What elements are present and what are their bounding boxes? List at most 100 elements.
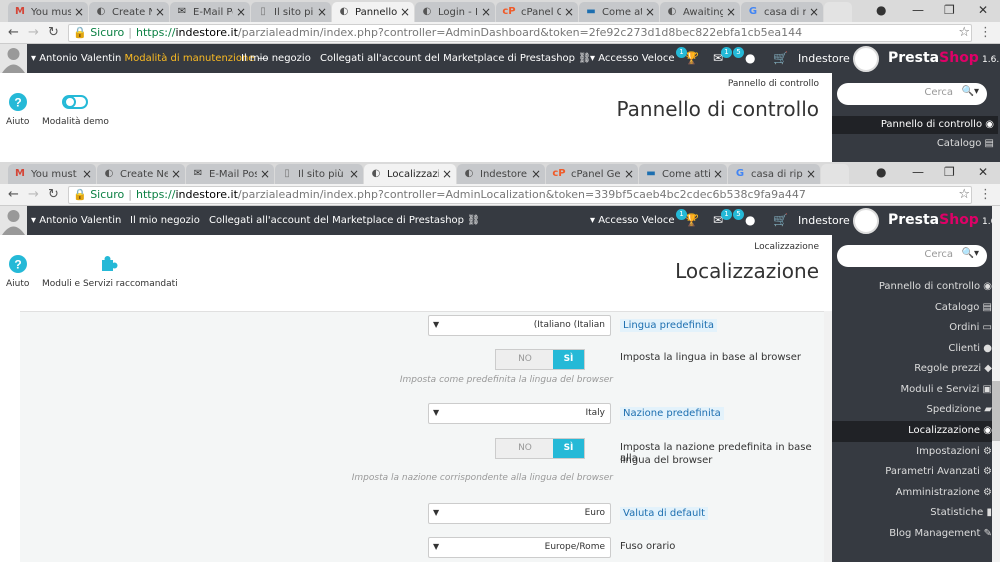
close-icon[interactable]: × [726,5,736,19]
close-icon[interactable]: × [74,5,84,19]
close-icon[interactable]: × [236,5,246,19]
breadcrumb[interactable]: Localizzazione [754,242,819,252]
close-icon[interactable]: × [809,5,819,19]
search-icon[interactable]: 🔍▾ [962,248,979,259]
sidebar-item-dashboard[interactable]: Pannello di controllo ◉ [832,116,998,134]
close-icon[interactable]: × [155,5,165,19]
browser-tab-active[interactable]: ◐Localizzazio× [364,164,456,184]
back-icon[interactable]: ← [8,25,19,41]
sidebar-item-settings[interactable]: Impostazioni ⚙ [916,446,998,457]
close-icon[interactable]: × [171,167,181,181]
browser-tab[interactable]: cPcPanel Gr× [496,2,578,22]
search-input[interactable]: Cerca 🔍▾ [837,83,987,105]
sidebar-item-localization[interactable]: Localizzazione ◉ [832,421,998,442]
sidebar-item-catalog[interactable]: Catalogo ▤ [935,302,998,313]
quick-access-menu[interactable]: ▾ Accesso Veloce [590,215,675,226]
reload-icon[interactable]: ↻ [48,187,59,203]
avatar[interactable] [0,44,27,73]
browser-tab[interactable]: ◐ Awaiting × [660,2,740,22]
trophy-icon[interactable]: 🏆 1 [676,209,699,227]
close-icon[interactable]: × [260,167,270,181]
my-shop-link[interactable]: Il mio negozio [130,215,200,226]
sidebar-item-advanced-parameters[interactable]: Parametri Avanzati ⚙ [885,466,998,477]
browser-tab[interactable]: ▬Come atti× [579,2,659,22]
back-icon[interactable]: ← [8,187,19,203]
close-window-icon[interactable]: ✕ [978,165,988,179]
bookmark-star-icon[interactable]: ☆ [958,187,970,202]
sidebar-item-administration[interactable]: Amministrazione ⚙ [896,487,998,498]
browser-tab[interactable]: ◐ Indestore × [457,164,545,184]
user-menu[interactable]: ▾ Antonio Valentin [31,215,121,226]
content-scrollbar[interactable] [824,311,832,562]
forward-icon[interactable]: → [28,25,39,41]
help-button[interactable]: ? Aiuto [6,255,29,289]
bookmark-star-icon[interactable]: ☆ [958,25,970,40]
close-icon[interactable]: × [713,167,723,181]
url-field[interactable]: 🔒 Sicuro | https://indestore.it/parzialead… [68,186,972,204]
restore-icon[interactable]: ❐ [944,3,955,17]
browser-tab[interactable]: ▬Come attiv× [639,164,727,184]
close-icon[interactable]: × [400,5,410,19]
close-icon[interactable]: × [624,167,634,181]
minimize-icon[interactable]: — [912,3,924,17]
user-icon[interactable]: ● 5 [733,47,755,65]
reload-icon[interactable]: ↻ [48,25,59,41]
browser-tab-active[interactable]: ◐ Pannello × [332,2,414,22]
sidebar-item-catalog[interactable]: Catalogo ▤ [937,138,998,149]
close-icon[interactable]: × [564,5,574,19]
browser-tab[interactable]: ▯Il sito più× [251,2,331,22]
restore-icon[interactable]: ❐ [944,165,955,179]
new-tab-button[interactable] [821,164,849,184]
user-icon[interactable]: ● 5 [733,209,755,227]
avatar[interactable] [0,206,27,235]
url-field[interactable]: 🔒 Sicuro | https://indestore.it/parzialead… [68,24,972,42]
close-icon[interactable]: × [645,5,655,19]
page-scrollbar[interactable] [992,206,1000,562]
new-tab-button[interactable] [824,2,852,22]
sidebar-item-customers[interactable]: Clienti ● [948,343,998,354]
my-shop-link[interactable]: Il mio negozio [241,53,311,64]
sidebar-item-price-rules[interactable]: Regole prezzi ◆ [914,363,998,374]
default-language-select[interactable]: ▼ (Italiano (Italian [428,315,611,336]
browser-tab[interactable]: Gcasa di n × [741,2,823,22]
shop-name[interactable]: Indestore [798,52,850,65]
close-icon[interactable]: × [442,167,452,181]
default-country-select[interactable]: ▼ Italy [428,403,611,424]
quick-access-menu[interactable]: ▾ Accesso Veloce [590,53,675,64]
browser-country-toggle[interactable]: NO SÌ [495,438,585,459]
shop-name[interactable]: Indestore [798,214,850,227]
sidebar-item-statistics[interactable]: Statistiche ▮ [930,507,998,518]
default-currency-select[interactable]: ▼ Euro [428,503,611,524]
browser-tab[interactable]: ◐Create New× [97,164,185,184]
close-window-icon[interactable]: ✕ [978,3,988,17]
browser-tab[interactable]: MYou must× [8,2,88,22]
browser-tab[interactable]: cPcPanel Gest× [546,164,638,184]
scrollbar-thumb[interactable] [992,381,1000,441]
browser-language-toggle[interactable]: NO SÌ [495,349,585,370]
browser-tab[interactable]: ✉E-Mail Post× [186,164,274,184]
search-icon[interactable]: 🔍▾ [962,86,979,97]
sidebar-item-shipping[interactable]: Spedizione ▰ [927,404,999,415]
menu-kebab-icon[interactable]: ⋮ [979,187,992,202]
trophy-icon[interactable]: 🏆 1 [676,47,699,65]
cart-icon[interactable]: 🛒 [773,51,788,65]
browser-tab[interactable]: ◐Login - In× [415,2,495,22]
demo-mode-button[interactable]: Modalità demo [42,93,109,127]
close-icon[interactable]: × [317,5,327,19]
timezone-select[interactable]: ▼ Europe/Rome [428,537,611,558]
user-menu[interactable]: ▾ Antonio Valentin Modalità di manutenzi… [31,53,268,64]
menu-kebab-icon[interactable]: ⋮ [979,25,992,40]
sidebar-item-blog[interactable]: Blog Management ✎ [889,528,998,539]
profile-icon[interactable]: ● [876,3,886,17]
cart-icon[interactable]: 🛒 [773,213,788,227]
close-icon[interactable]: × [82,167,92,181]
browser-tab[interactable]: MYou must v× [8,164,96,184]
marketplace-link[interactable]: Collegati all'account del Marketplace di… [209,215,480,226]
browser-tab[interactable]: ✉E-Mail Po× [170,2,250,22]
profile-icon[interactable]: ● [876,165,886,179]
sidebar-item-modules[interactable]: Moduli e Servizi ▣ [901,384,998,395]
marketplace-link[interactable]: Collegati all'account del Marketplace di… [320,53,591,64]
close-icon[interactable]: × [349,167,359,181]
close-icon[interactable]: × [806,167,816,181]
sidebar-item-dashboard[interactable]: Pannello di controllo ◉ [879,281,998,292]
